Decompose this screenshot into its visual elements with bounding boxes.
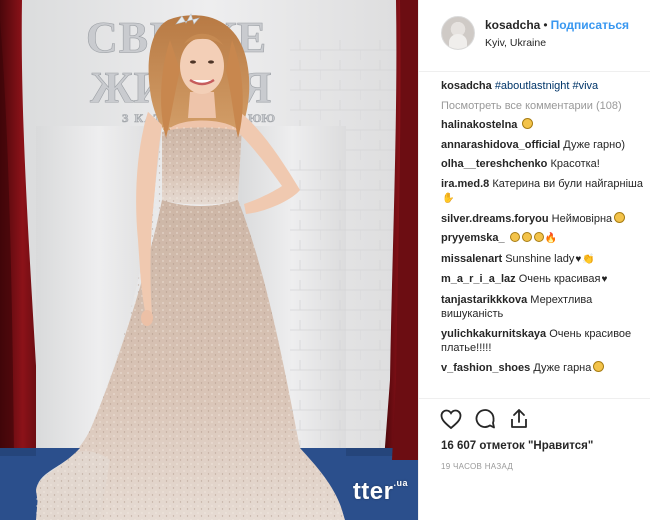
comment-item: ira.med.8 Катерина ви були найгарніша ✋ <box>441 177 645 207</box>
comment-text: Дуже гарно) <box>563 138 625 151</box>
comment-username[interactable]: tanjastarikkkova <box>441 294 527 306</box>
comment-item: silver.dreams.foryou Неймовірна <box>441 211 645 227</box>
comment-username[interactable]: annarashidova_official <box>441 139 560 151</box>
comment-username[interactable]: olha__tereshchenko <box>441 158 547 170</box>
comment-username[interactable]: m_a_r_i_a_laz <box>441 273 516 285</box>
comment-item: missalenart Sunshine lady♥👏 <box>441 252 645 268</box>
comment-username[interactable]: v_fashion_shoes <box>441 362 530 374</box>
comment-item: halinakostelna <box>441 118 645 133</box>
heart-icon[interactable] <box>439 407 463 431</box>
waving-hand-emoji-icon: ✋ <box>442 193 455 204</box>
heart-emoji-icon: ♥ <box>575 253 582 265</box>
smiley-emoji-icon <box>521 232 532 242</box>
separator-dot: • <box>543 18 548 32</box>
user-line: kosadcha • Подписаться <box>485 18 629 32</box>
author-username[interactable]: kosadcha <box>485 18 540 32</box>
share-icon[interactable] <box>507 407 531 431</box>
post-header: kosadcha • Подписаться Kyiv, Ukraine <box>419 0 650 72</box>
heart-emoji-icon: ♥ <box>601 274 608 285</box>
post-actions-bar <box>419 398 650 438</box>
comment-text: Дуже гарна <box>533 361 592 374</box>
heart-eyes-emoji-icon <box>614 211 626 223</box>
location-link[interactable]: Kyiv, Ukraine <box>485 37 546 49</box>
fire-emoji-icon: 🔥 <box>544 233 558 244</box>
comment-username[interactable]: silver.dreams.foryou <box>441 213 549 225</box>
comment-username[interactable]: pryyemska_ <box>441 232 505 244</box>
comments-list[interactable]: kosadcha #aboutlastnight #viva Посмотрет… <box>441 79 645 399</box>
comment-username[interactable]: missalenart <box>441 253 502 265</box>
comment-item: olha__tereshchenko Красотка! <box>441 157 645 172</box>
comment-item: m_a_r_i_a_laz Очень красивая♥ <box>441 272 645 288</box>
smiley-emoji-icon <box>509 232 520 242</box>
comment-username[interactable]: yulichkakurnitskaya <box>441 328 546 340</box>
view-all-comments-link[interactable]: Посмотреть все комментарии (108) <box>441 99 645 114</box>
avatar[interactable] <box>441 16 475 50</box>
comment-text: Неймовірна <box>551 212 613 225</box>
photo-watermark: tter.ua <box>352 478 408 505</box>
comment-text: Очень красивая <box>518 273 601 285</box>
clapping-emoji-icon: 👏 <box>582 253 595 265</box>
comment-text: Sunshine lady <box>505 252 575 265</box>
post-caption: kosadcha #aboutlastnight #viva <box>441 79 645 94</box>
comment-item: v_fashion_shoes Дуже гарна <box>441 360 645 376</box>
follow-button[interactable]: Подписаться <box>551 18 629 32</box>
caption-username[interactable]: kosadcha <box>441 80 492 92</box>
photo-illustration: СВІТ КЕ ЖИ ГЯ З КАТЕ ЮЮ <box>0 0 418 520</box>
caption-hashtags[interactable]: #aboutlastnight #viva <box>495 80 598 92</box>
comment-item: pryyemska_ 🔥 <box>441 231 645 247</box>
instagram-post: СВІТ КЕ ЖИ ГЯ З КАТЕ ЮЮ <box>0 0 650 520</box>
post-timestamp: 19 ЧАСОВ НАЗАД <box>441 462 514 471</box>
comment-icon[interactable] <box>473 407 497 431</box>
comment-username[interactable]: ira.med.8 <box>441 178 489 190</box>
smiley-emoji-icon <box>593 360 605 372</box>
comment-username[interactable]: halinakostelna <box>441 119 517 131</box>
post-photo[interactable]: СВІТ КЕ ЖИ ГЯ З КАТЕ ЮЮ <box>0 0 418 520</box>
likes-count[interactable]: 16 607 отметок "Нравится" <box>441 440 593 452</box>
comment-item: tanjastarikkkova Мерехтлива вишуканість <box>441 293 645 322</box>
comment-item: yulichkakurnitskaya Очень красивое плать… <box>441 327 645 356</box>
comment-item: annarashidova_official Дуже гарно) <box>441 138 645 153</box>
comment-text: Красотка! <box>550 158 600 170</box>
smiley-emoji-icon <box>533 232 544 242</box>
smiley-emoji-icon <box>522 118 534 129</box>
svg-text:ЮЮ: ЮЮ <box>248 111 275 125</box>
comment-text: Катерина ви були найгарніша <box>492 177 643 190</box>
post-side-panel: kosadcha • Подписаться Kyiv, Ukraine kosad… <box>418 0 650 520</box>
